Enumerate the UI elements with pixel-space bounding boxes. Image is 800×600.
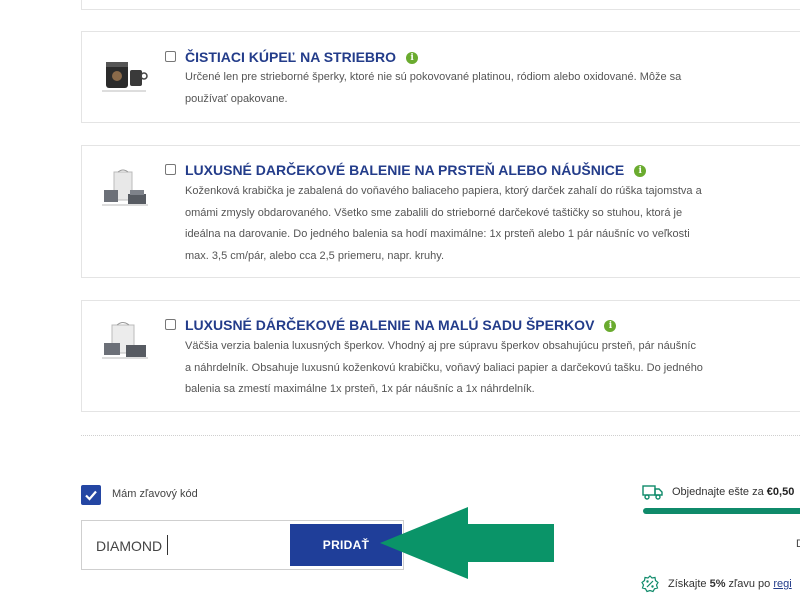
silver-cleaner-thumbnail xyxy=(102,62,148,92)
addon-description: Koženková krabička je zabalená do voňavé… xyxy=(185,185,702,262)
addon-card-previous xyxy=(81,0,800,10)
addon-checkbox-gift-set[interactable] xyxy=(165,319,176,330)
discount-checkbox[interactable] xyxy=(81,485,101,505)
gift-box-thumbnail xyxy=(102,169,148,206)
truck-icon xyxy=(642,485,663,500)
addon-description: Väčšia verzia balenia luxusných šperkov.… xyxy=(185,340,703,395)
percent-badge-icon xyxy=(641,575,659,593)
arrow-annotation xyxy=(380,507,554,579)
addon-card-gift-set: LUXUSNÉ DÁRČEKOVÉ BALENIE NA MALÚ SADU Š… xyxy=(81,300,800,412)
discount-code-input[interactable] xyxy=(96,537,276,555)
text-caret xyxy=(167,535,168,555)
addon-checkbox-gift-ring[interactable] xyxy=(165,164,176,175)
addon-title[interactable]: ČISTIACI KÚPEĽ NA STRIEBRO i xyxy=(185,49,419,65)
addon-title[interactable]: LUXUSNÉ DARČEKOVÉ BALENIE NA PRSTEŇ ALEB… xyxy=(185,162,647,178)
section-divider xyxy=(81,435,800,436)
gift-set-thumbnail xyxy=(102,322,148,359)
addon-checkbox-silver-cleaner[interactable] xyxy=(165,51,176,62)
addon-description: Určené len pre strieborné šperky, ktoré … xyxy=(185,71,682,105)
free-shipping-text: Objednajte ešte za €0,50 xyxy=(672,486,795,498)
addon-card-silver-cleaner: ČISTIACI KÚPEĽ NA STRIEBRO i Určené len p… xyxy=(81,31,800,123)
promo-text: Získajte 5% zľavu po regi xyxy=(668,578,792,590)
addon-card-gift-ring: LUXUSNÉ DARČEKOVÉ BALENIE NA PRSTEŇ ALEB… xyxy=(81,145,800,278)
discount-checkbox-label[interactable]: Mám zľavový kód xyxy=(112,488,198,500)
checkmark-icon xyxy=(85,490,97,501)
register-link[interactable]: regi xyxy=(773,578,791,590)
shipping-progress-bar xyxy=(643,508,800,514)
info-icon[interactable]: i xyxy=(604,320,617,332)
addon-title[interactable]: LUXUSNÉ DÁRČEKOVÉ BALENIE NA MALÚ SADU Š… xyxy=(185,317,617,333)
cut-off-text: D xyxy=(796,538,800,550)
info-icon[interactable]: i xyxy=(406,52,419,64)
info-icon[interactable]: i xyxy=(634,165,647,177)
